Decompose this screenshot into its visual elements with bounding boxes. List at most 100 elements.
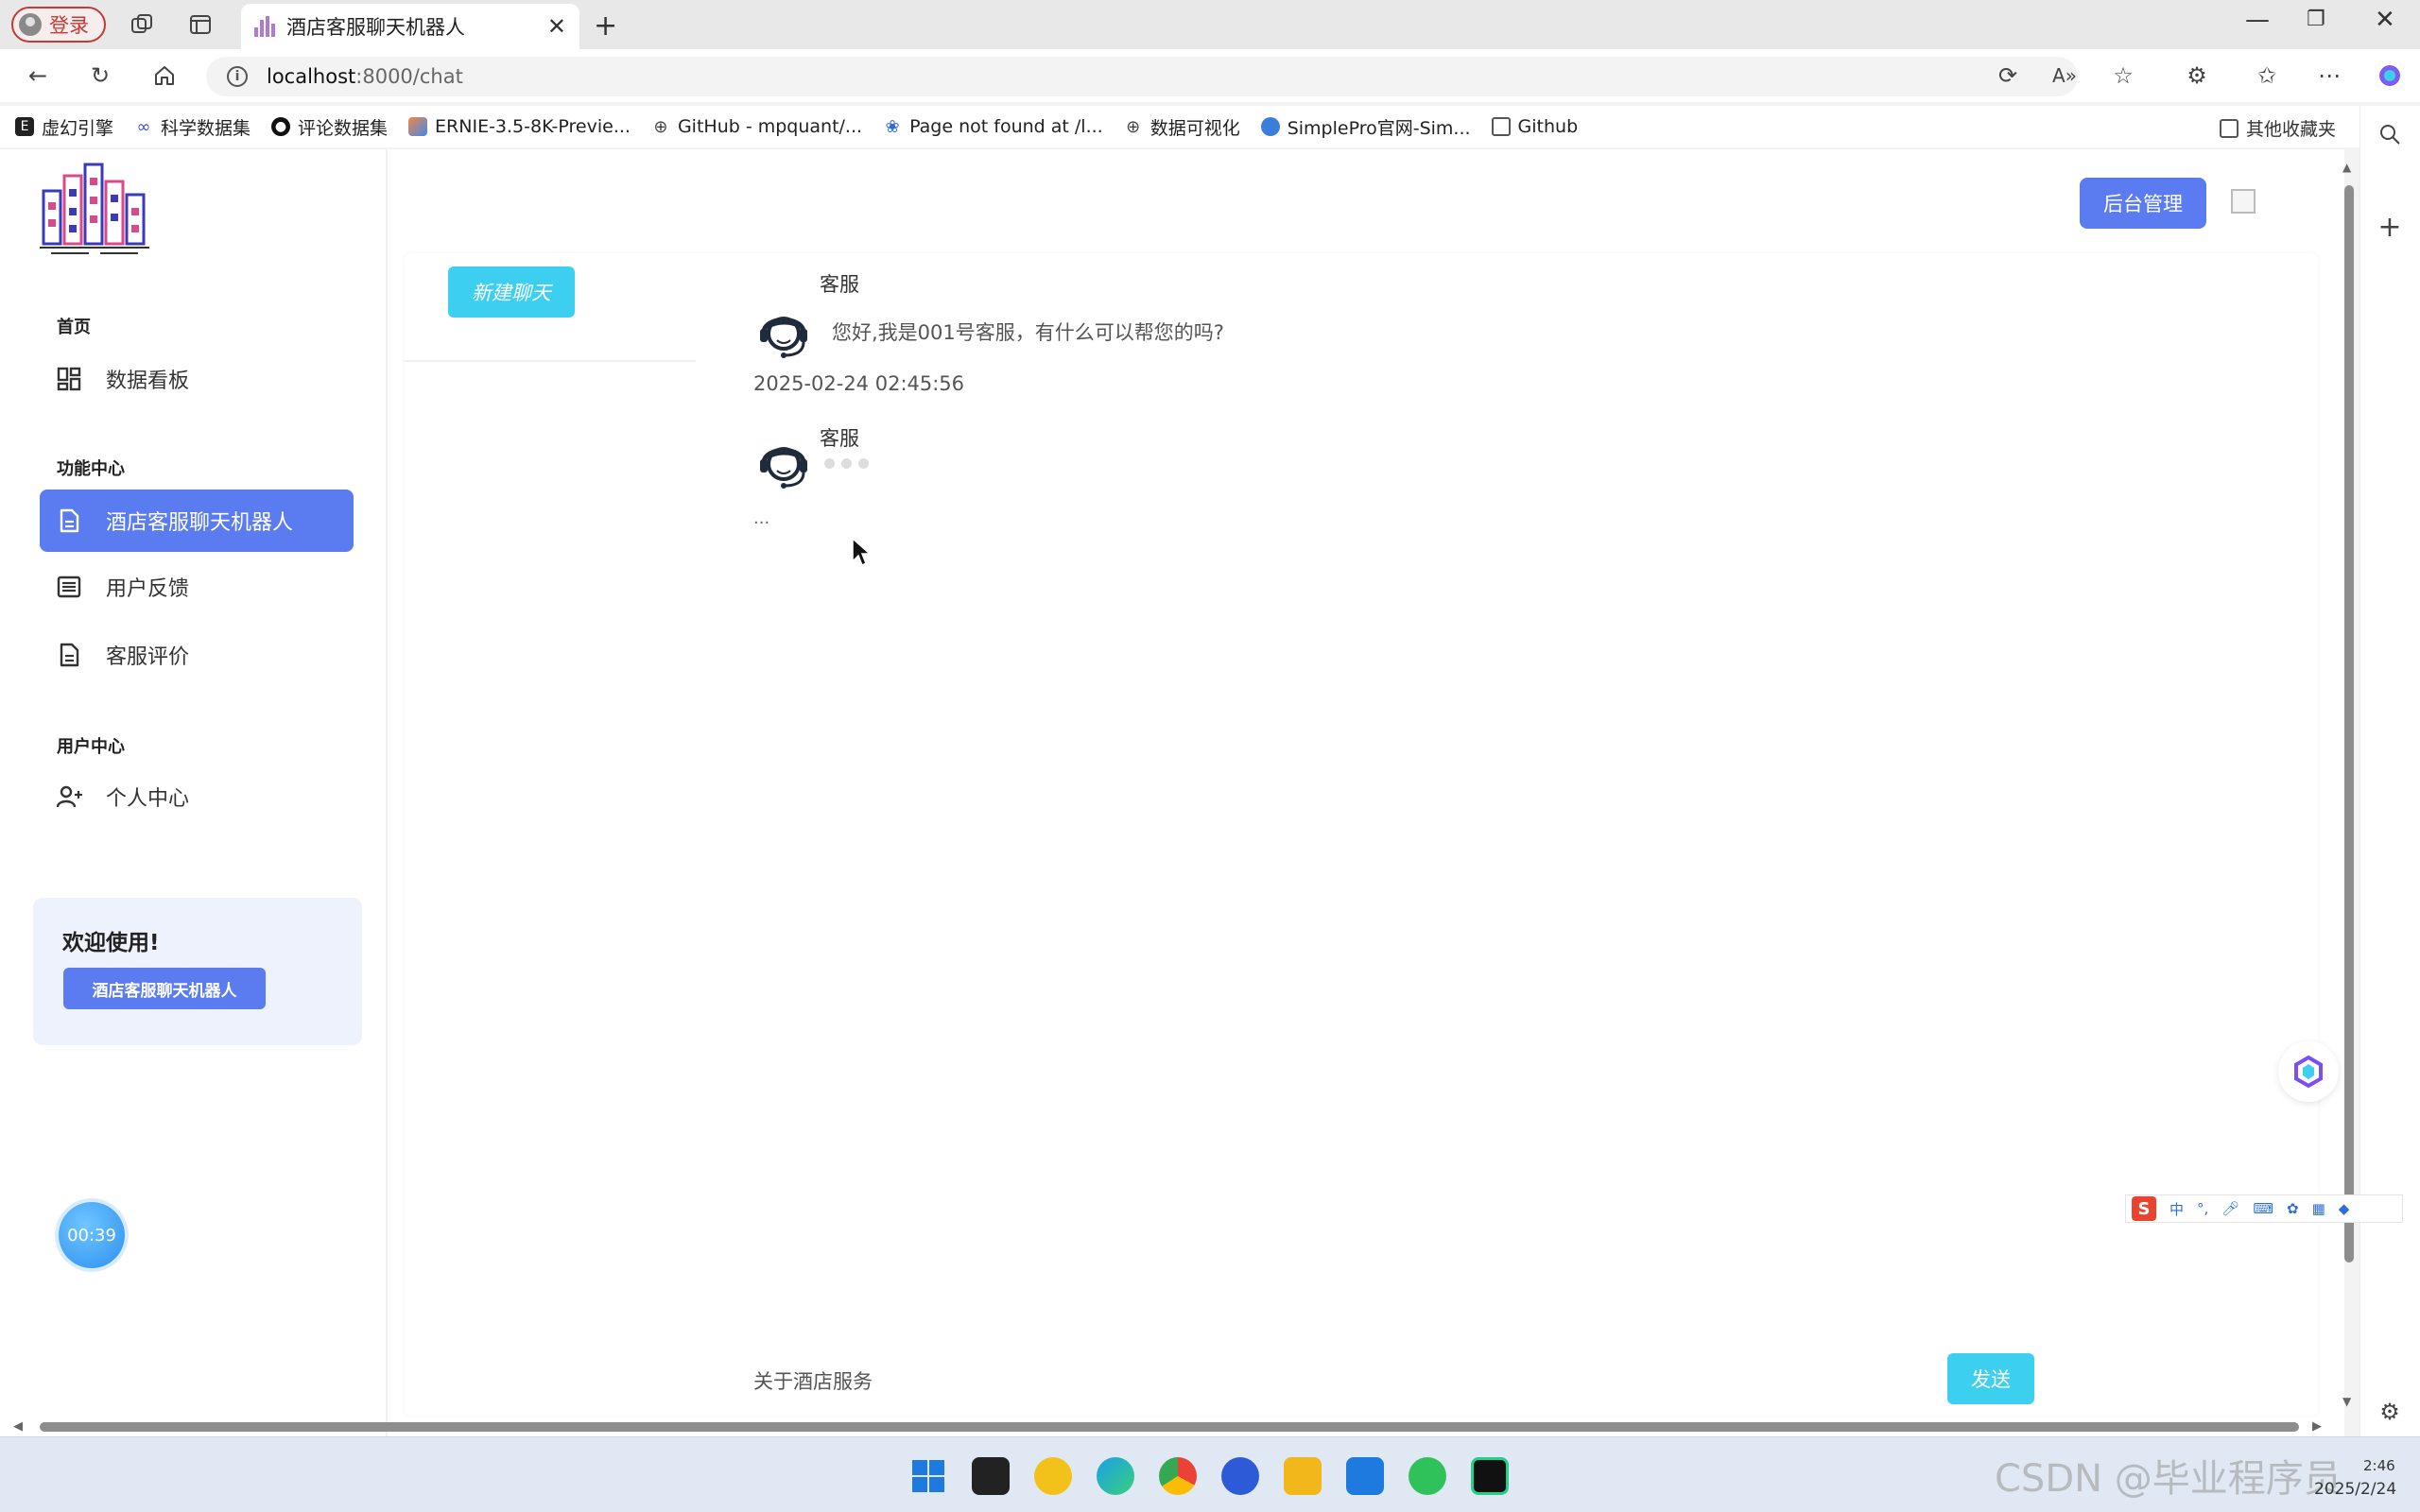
profile-avatar-icon (19, 13, 42, 36)
new-tab-icon[interactable]: + (594, 9, 617, 43)
folder-icon (1491, 117, 1511, 136)
sidebar-item-label: 客服评价 (106, 645, 190, 669)
read-aloud-icon[interactable]: A» (2049, 60, 2080, 91)
pycharm-icon[interactable] (1471, 1457, 1509, 1495)
task-view-icon[interactable] (972, 1457, 1010, 1495)
document-icon (57, 508, 81, 533)
toolbox-icon[interactable]: ▦ (2312, 1200, 2325, 1217)
copilot-icon[interactable] (2375, 60, 2405, 91)
agent-headset-icon (754, 433, 813, 491)
app-available-icon[interactable]: ⟳ (1993, 60, 2023, 91)
sidebar-item-dashboard[interactable]: 数据看板 (40, 348, 354, 410)
bookmark-label: 评论数据集 (298, 117, 389, 139)
tab-active[interactable]: 酒店客服聊天机器人 ✕ (241, 4, 579, 49)
sogou-logo-icon: S (2132, 1196, 2156, 1221)
ime-mode[interactable]: 中 (2169, 1199, 2184, 1219)
more-icon[interactable]: ⋯ (2314, 60, 2344, 91)
bookmark-label: Github (1517, 116, 1579, 137)
back-icon[interactable]: ← (23, 60, 53, 91)
bookmark-item[interactable]: ERNIE-3.5-8K-Previe... (408, 116, 631, 137)
workspaces-icon[interactable] (127, 9, 157, 40)
sidebar-item-profile[interactable]: 个人中心 (40, 765, 354, 828)
punctuation-icon[interactable]: °, (2197, 1200, 2208, 1217)
window-minimize-icon[interactable]: — (2245, 6, 2270, 34)
send-button[interactable]: 发送 (1947, 1353, 2034, 1404)
file-explorer-icon[interactable] (1284, 1457, 1322, 1495)
settings-gear-icon[interactable]: ⚙ (2375, 1397, 2405, 1427)
bookmark-label: 数据可视化 (1150, 117, 1240, 139)
bookmark-item[interactable]: ⊕ 数据可视化 (1124, 114, 1240, 140)
scroll-right-icon[interactable]: ▶ (2312, 1419, 2322, 1434)
ime-toolbar[interactable]: S 中 °, 🎤︎ ⌨ ✿ ▦ ◆ (2125, 1194, 2403, 1223)
welcome-chatbot-button[interactable]: 酒店客服聊天机器人 (63, 968, 266, 1009)
bookmark-item[interactable]: ❀ Page not found at /l... (883, 116, 1103, 137)
dingtalk-icon[interactable] (1346, 1457, 1384, 1495)
clock-time[interactable]: 2:46 (2363, 1457, 2395, 1474)
edge-sidebar (2360, 106, 2420, 1436)
mouse-cursor-icon (851, 537, 872, 571)
typing-dot (841, 458, 852, 469)
folder-icon (2220, 118, 2238, 138)
user-add-icon (56, 784, 82, 809)
scroll-down-icon[interactable]: ▼ (2342, 1395, 2351, 1408)
search-icon[interactable] (2375, 119, 2405, 149)
globe-icon: ⊕ (1126, 116, 1141, 137)
ernie-icon (408, 117, 428, 136)
ime-menu-icon[interactable]: ◆ (2339, 1200, 2350, 1217)
bookmark-item[interactable]: E 虚幻引擎 (15, 114, 113, 140)
chat-input[interactable]: 关于酒店服务 (753, 1366, 873, 1395)
other-bookmarks[interactable]: 其他收藏夹 (2220, 115, 2336, 141)
sidebar-item-hotel-chatbot[interactable]: 酒店客服聊天机器人 (40, 490, 354, 552)
assistant-hexagon-icon[interactable] (2278, 1041, 2339, 1102)
extensions-icon[interactable]: ⚙ (2182, 60, 2212, 91)
message-timestamp: 2025-02-24 02:45:56 (753, 372, 965, 395)
new-chat-button[interactable]: 新建聊天 (448, 266, 575, 318)
bookmark-label: GitHub - mpquant/... (677, 116, 863, 137)
scroll-up-icon[interactable]: ▲ (2342, 161, 2351, 174)
sidebar-item-feedback[interactable]: 用户反馈 (40, 556, 354, 618)
chat-app-icon[interactable] (1221, 1457, 1259, 1495)
wechat-icon[interactable] (1409, 1457, 1446, 1495)
skin-icon[interactable]: ✿ (2287, 1200, 2299, 1217)
tab-actions-icon[interactable] (185, 9, 216, 40)
user-avatar[interactable] (2231, 189, 2256, 214)
horizontal-scrollbar[interactable] (9, 1419, 2335, 1435)
admin-button[interactable]: 后台管理 (2080, 178, 2206, 229)
microphone-icon[interactable]: 🎤︎ (2221, 1200, 2239, 1217)
start-windows-icon[interactable] (909, 1457, 947, 1495)
refresh-icon[interactable]: ↻ (85, 60, 115, 91)
timer-badge[interactable]: 00:39 (59, 1202, 125, 1268)
home-icon[interactable] (149, 60, 180, 91)
vpn-app-icon[interactable] (1034, 1457, 1072, 1495)
keyboard-icon[interactable]: ⌨ (2253, 1200, 2273, 1217)
bookmark-item[interactable]: Github (1491, 116, 1579, 137)
favorites-icon[interactable]: ✩ (2252, 60, 2282, 91)
welcome-title: 欢迎使用! (62, 931, 160, 955)
favorite-star-icon[interactable]: ☆ (2108, 60, 2138, 91)
add-icon[interactable]: + (2375, 211, 2405, 244)
bookmark-label: 虚幻引擎 (42, 117, 114, 139)
bookmark-item[interactable]: ⊕ GitHub - mpquant/... (651, 116, 862, 137)
simplepro-icon (1260, 117, 1280, 136)
window-restore-icon[interactable]: ❐ (2307, 8, 2325, 31)
edge-browser-icon[interactable] (1097, 1457, 1134, 1495)
scroll-left-icon[interactable]: ◀ (13, 1419, 23, 1434)
epic-icon: E (15, 117, 34, 136)
url-input[interactable]: i localhost :8000/chat (206, 57, 2078, 96)
tab-close-icon[interactable]: ✕ (547, 13, 566, 40)
chrome-browser-icon[interactable] (1159, 1457, 1197, 1495)
sidebar-item-service-rating[interactable]: 客服评价 (40, 624, 354, 686)
window-close-icon[interactable]: ✕ (2375, 6, 2395, 34)
group-title-user: 用户中心 (57, 737, 125, 757)
vertical-scrollbar-thumb[interactable] (2344, 185, 2354, 1263)
bookmark-item[interactable]: ● 评论数据集 (271, 114, 388, 140)
clock-date[interactable]: 2025/2/24 (2314, 1480, 2396, 1499)
url-path: :8000/chat (355, 65, 463, 88)
message-text: 您好,我是001号客服，有什么可以帮您的吗? (832, 321, 1224, 344)
bookmark-item[interactable]: SimplePro官网-Sim... (1260, 114, 1471, 140)
horizontal-scrollbar-thumb[interactable] (40, 1422, 2299, 1432)
profile-button[interactable]: 登录 (11, 7, 106, 43)
profile-label: 登录 (49, 14, 89, 37)
bookmark-item[interactable]: ∞ 科学数据集 (134, 114, 251, 140)
site-info-icon[interactable]: i (227, 66, 248, 87)
